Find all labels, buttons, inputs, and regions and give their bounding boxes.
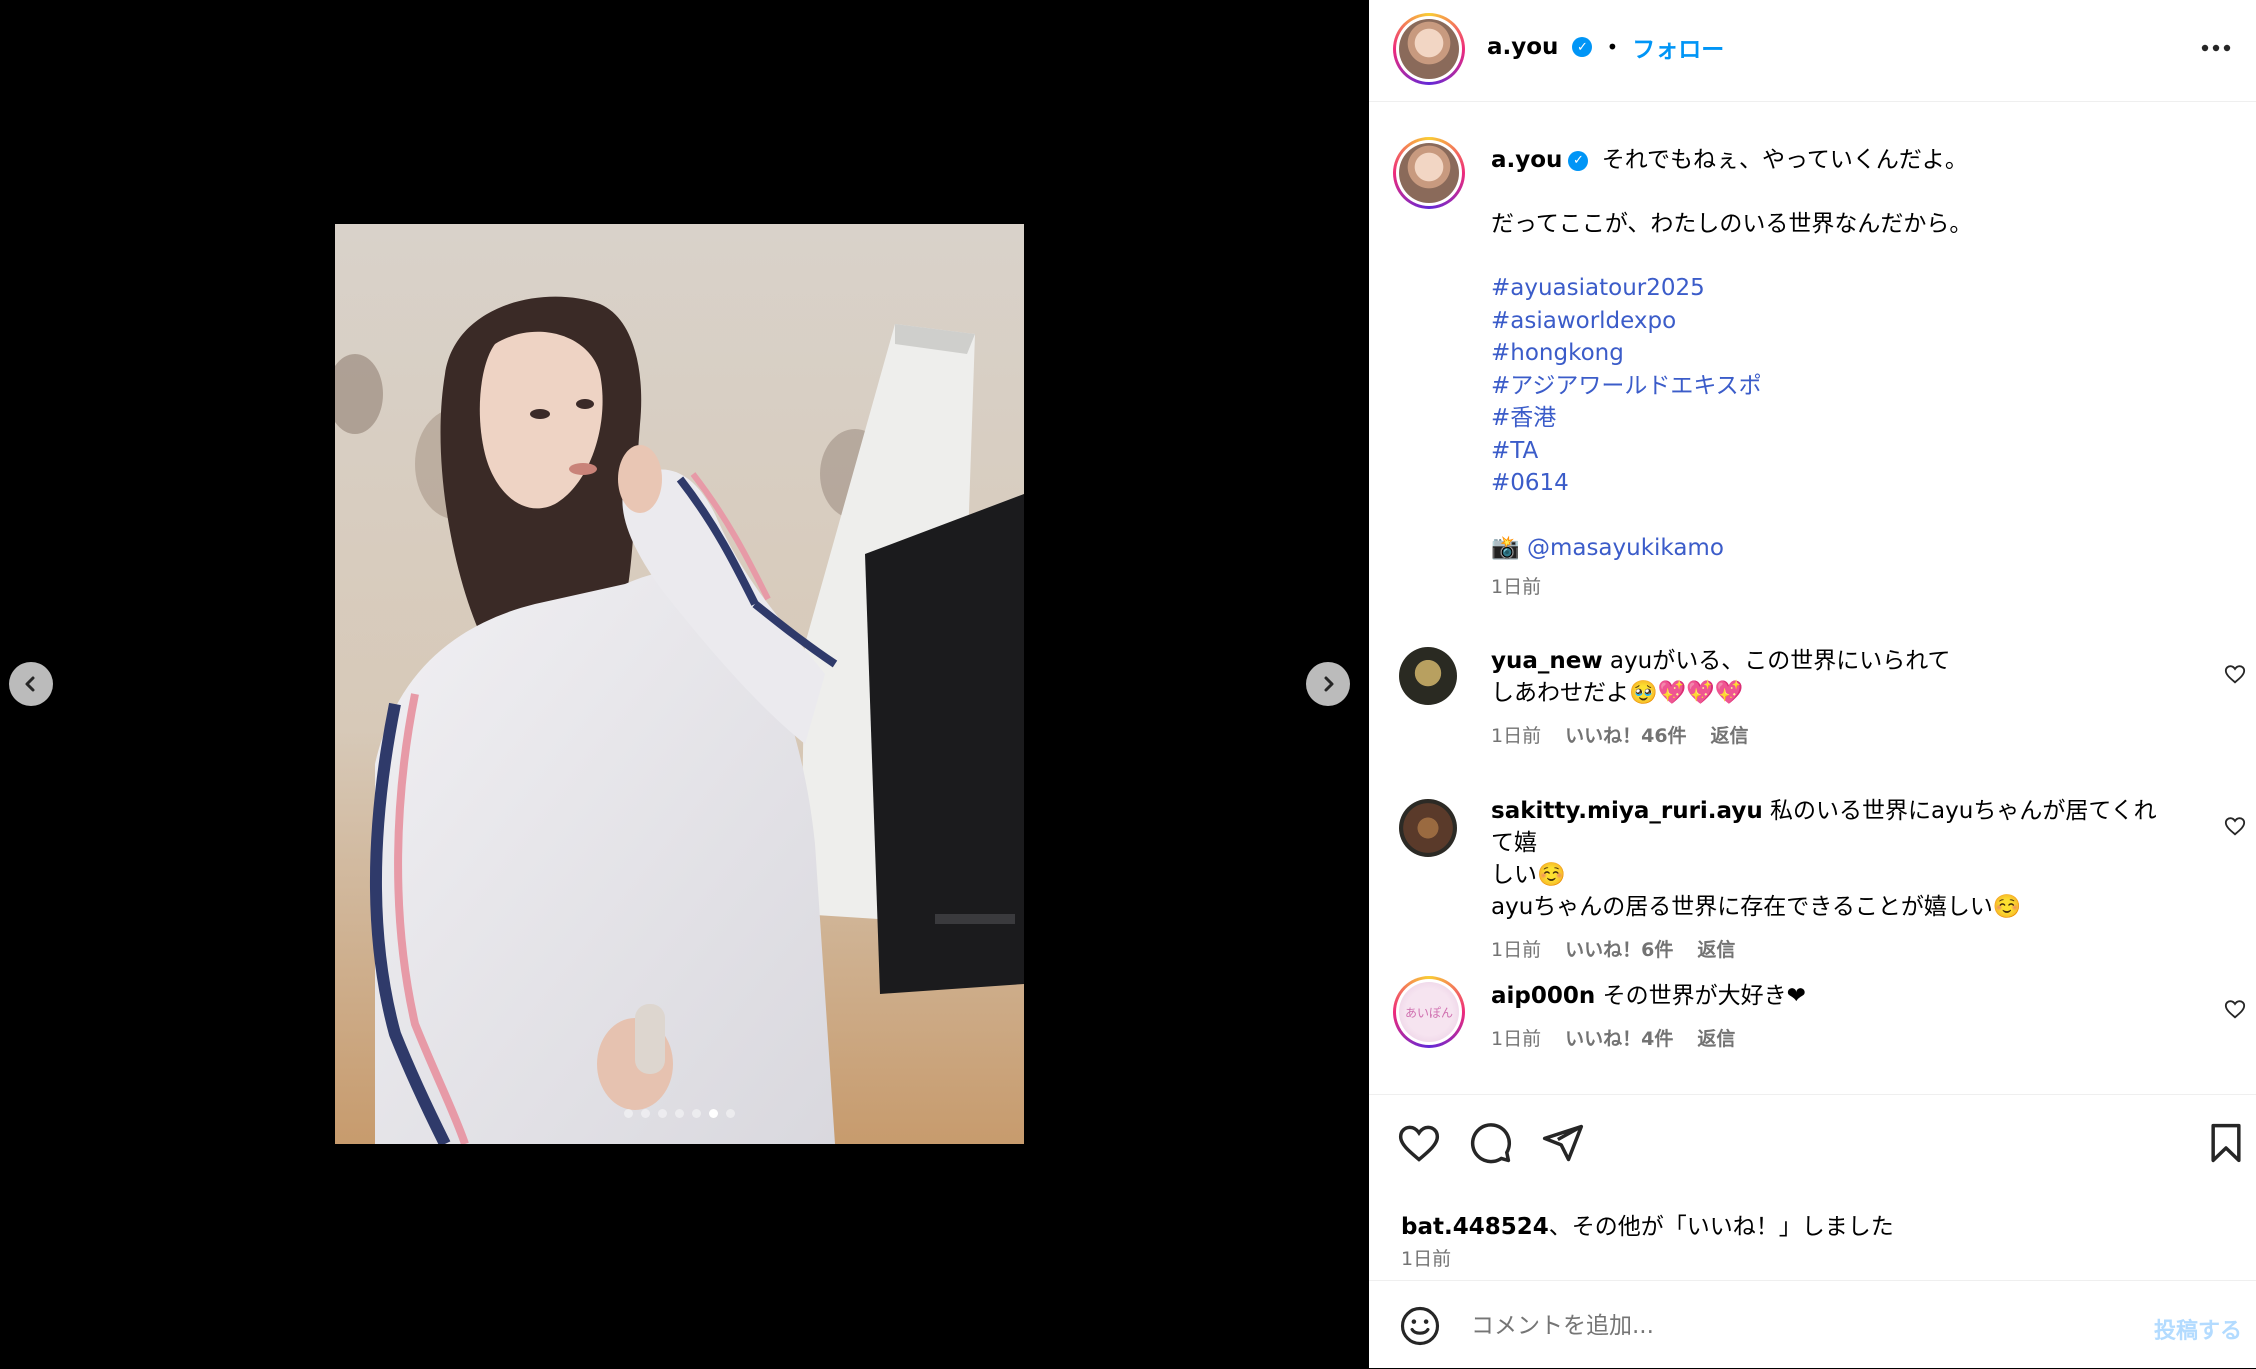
hashtag-link[interactable]: #hongkong — [1491, 337, 2221, 370]
post-side-panel: a.you ✓ • フォロー a.you ✓ それでもねぇ、やっていくんだよ。 だ… — [1369, 0, 2256, 1368]
hashtag-link[interactable]: #アジアワールドエキスポ — [1491, 370, 2221, 403]
credit-mention-link[interactable]: @masayukikamo — [1527, 535, 1724, 561]
comment-body: aip000n その世界が大好き❤ — [1491, 980, 2171, 1012]
post-comment-button[interactable]: 投稿する — [2154, 1313, 2242, 1345]
comment-text-line-2: しあわせだよ🥹💖💖💖 — [1491, 680, 1744, 706]
comment-bubble-icon[interactable] — [1469, 1121, 1513, 1165]
comment-like-heart-icon[interactable] — [2224, 998, 2246, 1020]
hashtag-list: #ayuasiatour2025 #asiaworldexpo #hongkon… — [1491, 272, 2221, 500]
verified-badge-icon: ✓ — [1572, 37, 1593, 57]
next-image-button[interactable] — [1306, 662, 1350, 706]
hashtag-link[interactable]: #TA — [1491, 435, 2221, 468]
comment-time[interactable]: 1日前 — [1491, 1024, 1541, 1051]
photo-illustration — [335, 224, 1024, 1144]
comment-body: yua_new ayuがいる、この世界にいられて — [1491, 645, 2171, 677]
post-photo[interactable] — [335, 224, 1024, 1144]
caption-author-avatar[interactable] — [1393, 137, 1465, 209]
comment-composer: 投稿する — [1369, 1280, 2256, 1369]
commenter-avatar[interactable]: あいぽん — [1393, 976, 1465, 1048]
comment-item: yua_new ayuがいる、この世界にいられて しあわせだよ🥹💖💖💖 1日前 … — [1369, 645, 2256, 765]
likes-summary-user[interactable]: bat.448524 — [1401, 1214, 1549, 1240]
more-options-button[interactable] — [2196, 28, 2236, 68]
chevron-right-icon — [1324, 676, 1334, 692]
header-user-row: a.you ✓ • フォロー — [1487, 30, 1724, 64]
comment-like-heart-icon[interactable] — [2224, 815, 2246, 837]
hashtag-link[interactable]: #香港 — [1491, 402, 2221, 435]
follow-button[interactable]: フォロー — [1632, 30, 1724, 64]
emoji-smiley-icon[interactable] — [1399, 1305, 1441, 1347]
comment-reply-button[interactable]: 返信 — [1697, 1024, 1735, 1051]
like-heart-icon[interactable] — [1397, 1121, 1441, 1165]
caption-first-line: a.you ✓ それでもねぇ、やっていくんだよ。 — [1491, 144, 2221, 176]
carousel-dot — [658, 1109, 667, 1118]
comment-like-count[interactable]: いいね！6件 — [1565, 935, 1673, 962]
comment-text-line-2: しい☺️ — [1491, 862, 1566, 888]
commenter-avatar[interactable] — [1399, 799, 1457, 857]
separator-dot: • — [1606, 35, 1619, 59]
bookmark-icon[interactable] — [2204, 1121, 2248, 1165]
carousel-dot — [692, 1109, 701, 1118]
caption-username[interactable]: a.you — [1491, 147, 1562, 173]
comment-time[interactable]: 1日前 — [1491, 721, 1541, 748]
comment-text-line-1: ayuがいる、この世界にいられて — [1609, 648, 1951, 674]
comment-like-count[interactable]: いいね！46件 — [1565, 721, 1686, 748]
comment-meta: 1日前 いいね！6件 返信 — [1491, 935, 2171, 962]
comment-meta: 1日前 いいね！46件 返信 — [1491, 721, 2171, 748]
comment-username[interactable]: aip000n — [1491, 983, 1595, 1009]
carousel-dot — [726, 1109, 735, 1118]
author-avatar[interactable] — [1393, 13, 1465, 85]
carousel-dot — [641, 1109, 650, 1118]
comment-meta: 1日前 いいね！4件 返信 — [1491, 1024, 2171, 1051]
share-paper-plane-icon[interactable] — [1541, 1121, 1585, 1165]
comment-input[interactable] — [1469, 1305, 2073, 1347]
comment-reply-button[interactable]: 返信 — [1711, 721, 1749, 748]
more-horizontal-icon — [2201, 44, 2231, 52]
commenter-avatar[interactable] — [1399, 647, 1457, 705]
caption-line-1: それでもねぇ、やっていくんだよ。 — [1601, 147, 1968, 173]
likes-summary: bat.448524、その他が「いいね！」しました — [1401, 1207, 1894, 1241]
carousel-dot — [675, 1109, 684, 1118]
comment-body: sakitty.miya_ruri.ayu 私のいる世界にayuちゃんが居てくれ… — [1491, 795, 2171, 859]
photo-credit: 📸 @masayukikamo — [1491, 532, 2221, 564]
comment-text-line-1: その世界が大好き❤ — [1602, 983, 1806, 1009]
hashtag-link[interactable]: #asiaworldexpo — [1491, 305, 2221, 338]
post-actions: bat.448524、その他が「いいね！」しました 1日前 — [1369, 1094, 2256, 1281]
carousel-indicator — [335, 1109, 1024, 1118]
caption-line-2: だってここが、わたしのいる世界なんだから。 — [1491, 211, 1973, 237]
comment-item: sakitty.miya_ruri.ayu 私のいる世界にayuちゃんが居てくれ… — [1369, 795, 2256, 961]
comment-time[interactable]: 1日前 — [1491, 935, 1541, 962]
hashtag-link[interactable]: #ayuasiatour2025 — [1491, 272, 2221, 305]
carousel-dot-active — [709, 1109, 718, 1118]
carousel-dot — [624, 1109, 633, 1118]
hashtag-link[interactable]: #0614 — [1491, 467, 2221, 500]
caption-timestamp[interactable]: 1日前 — [1491, 572, 2221, 599]
post-header: a.you ✓ • フォロー — [1369, 0, 2256, 102]
caption-author-avatar-image — [1399, 143, 1459, 203]
comment-reply-button[interactable]: 返信 — [1697, 935, 1735, 962]
comment-username[interactable]: sakitty.miya_ruri.ayu — [1491, 798, 1763, 824]
comment-username[interactable]: yua_new — [1491, 648, 1603, 674]
comment-like-heart-icon[interactable] — [2224, 663, 2246, 685]
post-timestamp[interactable]: 1日前 — [1401, 1244, 1451, 1271]
chevron-left-icon — [25, 676, 35, 692]
author-username[interactable]: a.you — [1487, 34, 1558, 60]
camera-icon: 📸 — [1491, 534, 1520, 561]
comment-text-line-3: ayuちゃんの居る世界に存在できることが嬉しい☺️ — [1491, 894, 2022, 920]
previous-image-button[interactable] — [9, 662, 53, 706]
author-avatar-image — [1399, 19, 1459, 79]
comment-like-count[interactable]: いいね！4件 — [1565, 1024, 1673, 1051]
verified-badge-icon: ✓ — [1568, 150, 1589, 171]
comment-item: あいぽん aip000n その世界が大好き❤ 1日前 いいね！4件 返信 — [1369, 976, 2256, 1080]
media-viewer — [0, 0, 1369, 1368]
commenter-avatar-text: あいぽん — [1399, 982, 1459, 1042]
likes-summary-rest[interactable]: 、その他が「いいね！」しました — [1549, 1214, 1894, 1240]
